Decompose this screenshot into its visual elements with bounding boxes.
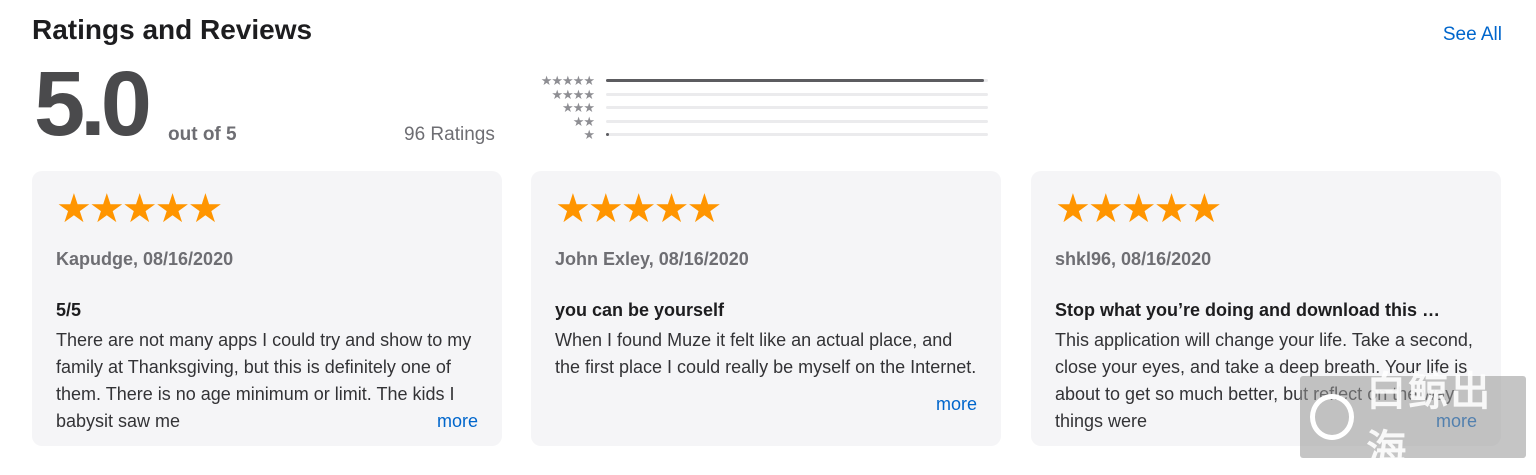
histogram-row-2: ★★ (530, 115, 988, 129)
review-author-date: John Exley, 08/16/2020 (555, 249, 749, 269)
review-card[interactable]: ★★★★★ Kapudge, 08/16/2020 5/5 There are … (32, 171, 502, 446)
review-title: you can be yourself (555, 300, 725, 320)
more-link[interactable]: more (936, 391, 977, 418)
star-icon: ★★★ (562, 100, 595, 116)
watermark-logo: 白鲸出海 (1300, 370, 1526, 472)
star-rating-icon: ★★★★★ (1055, 187, 1222, 231)
star-icon: ★★★★★ (540, 73, 595, 89)
rating-histogram: ★★★★★ ★★★★ ★★★ ★★ ★ (530, 74, 988, 142)
histogram-row-5: ★★★★★ (530, 74, 988, 88)
review-author-date: shkl96, 08/16/2020 (1055, 249, 1212, 269)
watermark-icon (1310, 394, 1355, 440)
more-link[interactable]: more (400, 408, 478, 435)
star-rating-icon: ★★★★★ (56, 187, 223, 231)
star-icon: ★★★★ (551, 86, 595, 102)
review-card[interactable]: ★★★★★ John Exley, 08/16/2020 you can be … (531, 171, 1001, 446)
review-title: Stop what you’re doing and download this… (1055, 300, 1440, 320)
rating-scale-label: out of 5 (168, 124, 237, 145)
star-icon: ★★ (572, 113, 595, 129)
review-body: When I found Muze it felt like an actual… (555, 330, 977, 377)
average-rating: 5.0 (34, 53, 152, 155)
histogram-row-1: ★ (530, 128, 988, 142)
review-body-container: When I found Muze it felt like an actual… (555, 327, 977, 435)
histogram-track (606, 79, 988, 83)
histogram-track (606, 92, 988, 96)
star-icon: ★ (583, 127, 595, 143)
histogram-row-3: ★★★ (530, 101, 988, 115)
histogram-fill (606, 79, 985, 83)
review-author-date: Kapudge, 08/16/2020 (56, 249, 234, 269)
star-rating-icon: ★★★★★ (555, 187, 722, 231)
ratings-count: 96 Ratings (404, 124, 495, 145)
histogram-fill (606, 133, 609, 137)
watermark-text: 白鲸出海 (1366, 370, 1493, 472)
section-title: Ratings and Reviews (32, 14, 313, 45)
histogram-row-4: ★★★★ (530, 88, 988, 102)
histogram-track (606, 133, 988, 137)
see-all-link[interactable]: See All (1443, 24, 1502, 46)
review-title: 5/5 (56, 300, 82, 320)
histogram-track (606, 106, 988, 110)
histogram-track (606, 119, 988, 123)
review-body-container: There are not many apps I could try and … (56, 327, 478, 435)
